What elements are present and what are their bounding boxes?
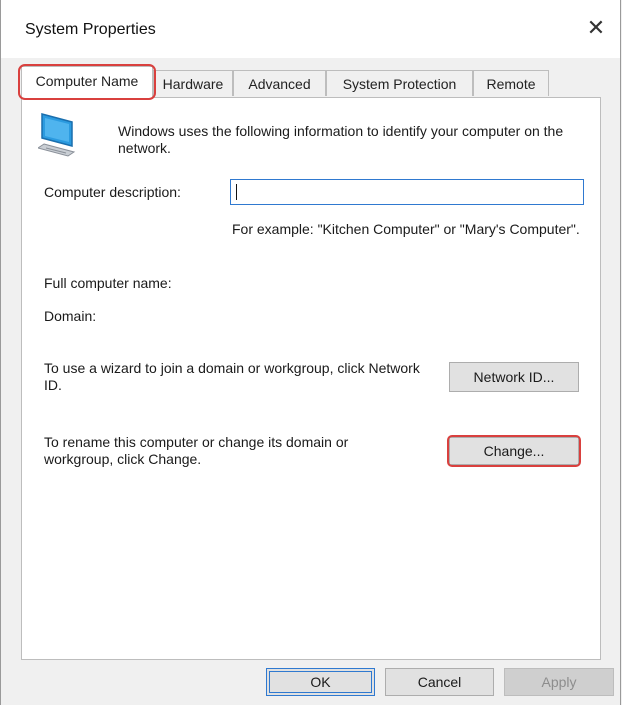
tab-system-protection[interactable]: System Protection (326, 70, 473, 96)
full-computer-name-label: Full computer name: (44, 275, 172, 291)
computer-description-input[interactable] (230, 179, 584, 205)
close-icon[interactable]: ✕ (582, 14, 610, 42)
apply-button[interactable]: Apply (504, 668, 614, 696)
tab-hardware[interactable]: Hardware (153, 70, 233, 96)
ok-button[interactable]: OK (266, 668, 375, 696)
tab-label: Remote (486, 76, 536, 92)
tab-label: Advanced (248, 76, 311, 92)
computer-name-panel: Windows uses the following information t… (21, 97, 601, 660)
tab-computer-name[interactable]: Computer Name (18, 64, 156, 100)
window-title: System Properties (25, 21, 156, 38)
tab-label: Computer Name (35, 73, 139, 89)
tab-remote[interactable]: Remote (473, 70, 549, 96)
tab-label: Hardware (162, 76, 224, 92)
network-id-text: To use a wizard to join a domain or work… (44, 360, 420, 393)
description-label: Computer description: (44, 184, 181, 200)
change-button[interactable]: Change... (447, 435, 581, 467)
network-id-button[interactable]: Network ID... (449, 362, 579, 392)
title-bar: System Properties ✕ (1, 0, 620, 58)
computer-icon (38, 113, 76, 157)
rename-text: To rename this computer or change its do… (44, 434, 349, 467)
tab-advanced[interactable]: Advanced (233, 70, 326, 96)
text-caret (236, 184, 237, 200)
cancel-button[interactable]: Cancel (385, 668, 494, 696)
intro-text: Windows uses the following information t… (118, 123, 564, 156)
example-text: For example: "Kitchen Computer" or "Mary… (232, 221, 580, 237)
tab-label: System Protection (342, 76, 457, 92)
domain-label: Domain: (44, 308, 97, 324)
system-properties-window: System Properties ✕ Computer Name Hardwa… (0, 0, 621, 705)
